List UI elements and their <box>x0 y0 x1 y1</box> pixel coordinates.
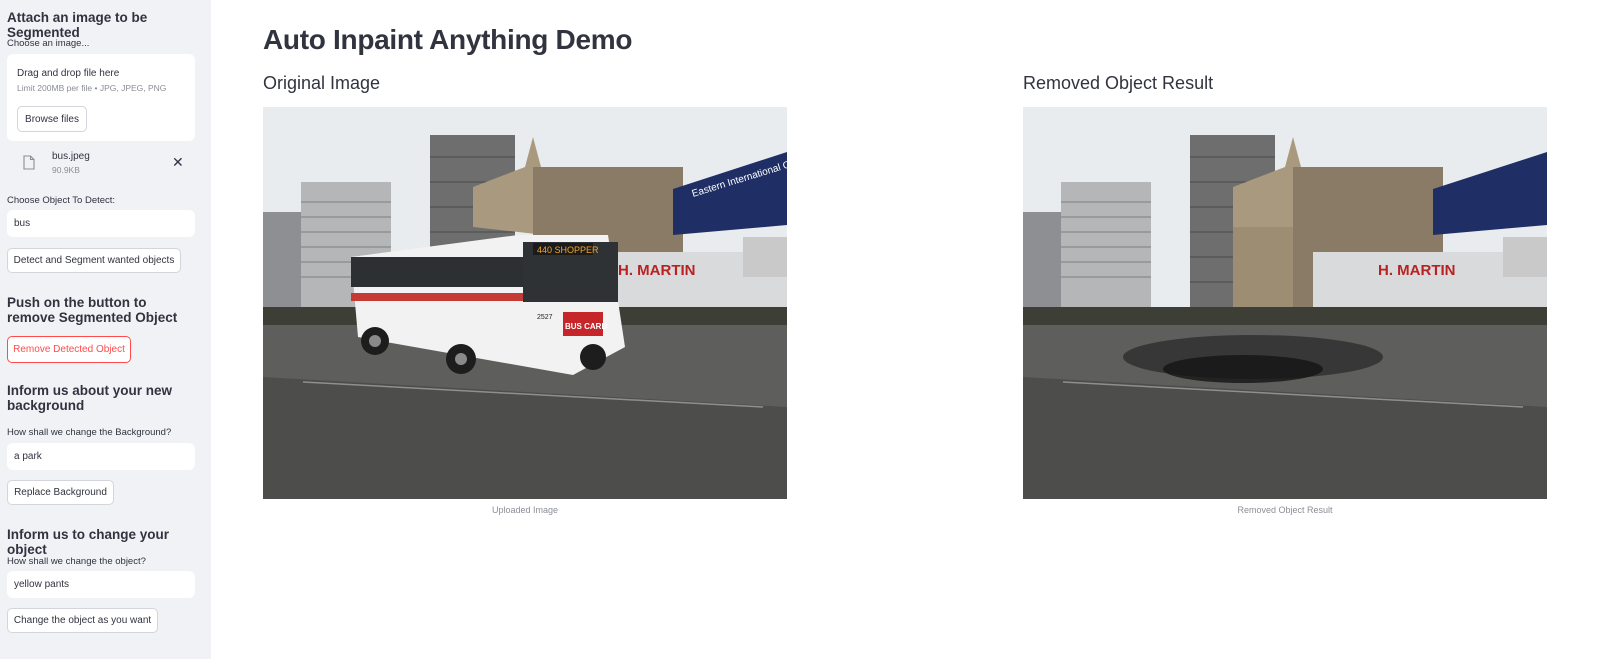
sidebar: Attach an image to be Segmented Choose a… <box>0 0 211 659</box>
remove-object-button[interactable]: Remove Detected Object <box>7 336 131 363</box>
svg-text:H. MARTIN: H. MARTIN <box>1378 262 1456 279</box>
original-image-title: Original Image <box>263 73 381 93</box>
detect-segment-button[interactable]: Detect and Segment wanted objects <box>7 248 181 273</box>
result-image: H. MARTIN <box>1023 107 1547 499</box>
bus-ad-text: BUS CARD <box>565 322 607 331</box>
original-caption: Uploaded Image <box>491 505 559 515</box>
background-label: How shall we change the Background? <box>7 427 172 438</box>
bus-route-text: 440 SHOPPER <box>537 245 599 255</box>
file-icon <box>23 155 35 170</box>
remove-heading: Push on the button to remove Segmented O… <box>7 295 178 325</box>
upload-label: Choose an image... <box>7 38 90 49</box>
replace-background-button[interactable]: Replace Background <box>7 480 114 505</box>
file-size: 90.9KB <box>52 165 80 175</box>
detect-label: Choose Object To Detect: <box>7 195 116 206</box>
dropzone-title: Drag and drop file here <box>17 68 120 79</box>
file-dropzone[interactable]: Drag and drop file here Limit 200MB per … <box>7 54 195 141</box>
bus-number-text: 2527 <box>537 314 553 321</box>
store-sign-text: H. MARTIN <box>618 262 696 279</box>
uploaded-file: bus.jpeg 90.9KB ✕ <box>23 151 188 177</box>
dropzone-limit: Limit 200MB per file • JPG, JPEG, PNG <box>17 83 167 93</box>
close-icon[interactable]: ✕ <box>172 154 184 171</box>
object-change-input[interactable]: yellow pants <box>7 571 195 598</box>
object-heading: Inform us to change your object <box>7 527 170 557</box>
upload-heading: Attach an image to be Segmented <box>7 10 148 40</box>
result-image-title: Removed Object Result <box>1023 73 1214 93</box>
result-caption: Removed Object Result <box>1237 505 1333 515</box>
detect-object-input[interactable]: bus <box>7 210 195 237</box>
original-image: Eastern International Coll H. MARTIN 440… <box>263 107 787 499</box>
page-title: Auto Inpaint Anything Demo <box>263 24 633 55</box>
file-name: bus.jpeg <box>52 151 90 162</box>
change-object-button[interactable]: Change the object as you want <box>7 608 158 633</box>
browse-files-button[interactable]: Browse files <box>17 106 87 132</box>
object-label: How shall we change the object? <box>7 556 146 567</box>
background-heading: Inform us about your new background <box>7 383 173 413</box>
background-input[interactable]: a park <box>7 443 195 470</box>
